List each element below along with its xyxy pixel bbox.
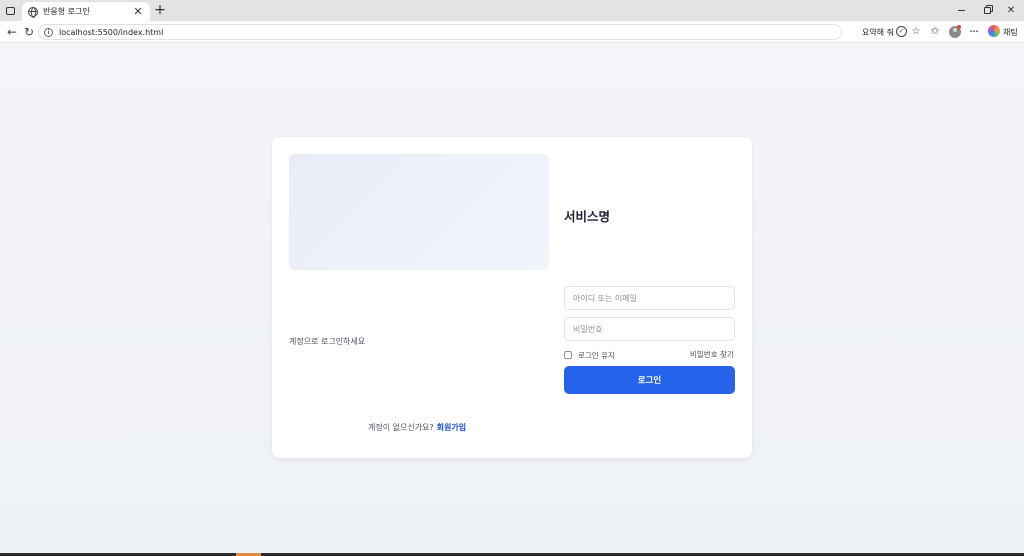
browser-titlebar: 반응형 로그인 ✕ + ✕ (0, 0, 1024, 21)
browser-tab-active[interactable]: 반응형 로그인 ✕ (22, 2, 150, 21)
window-menu-icon[interactable] (4, 4, 17, 17)
signup-link[interactable]: 회원가입 (437, 423, 466, 432)
window-close-button[interactable]: ✕ (996, 0, 1024, 21)
globe-icon (28, 6, 38, 18)
login-card: 서비스명 계정으로 로그인하세요 로그인 유지 비밀번호 찾기 로그인 계정이 … (272, 137, 752, 458)
copilot-icon[interactable] (988, 25, 1000, 37)
site-info-icon[interactable]: i (44, 27, 53, 37)
remember-label[interactable]: 로그인 유지 (578, 350, 615, 361)
id-input[interactable] (564, 286, 735, 310)
back-arrow-icon[interactable]: ← (4, 24, 20, 40)
hero-image-placeholder (289, 154, 549, 270)
find-password-link[interactable]: 비밀번호 찾기 (690, 349, 734, 360)
service-name-heading: 서비스명 (564, 209, 611, 224)
tab-close-button[interactable]: ✕ (132, 6, 144, 17)
notification-dot-icon (957, 25, 961, 29)
address-bar[interactable]: i localhost:5500/index.html (38, 24, 842, 40)
remember-row[interactable]: 로그인 유지 (564, 349, 615, 361)
login-button[interactable]: 로그인 (564, 366, 735, 394)
summary-label[interactable]: 요약해 줘 (862, 22, 894, 42)
tab-title: 반응형 로그인 (43, 7, 90, 16)
password-input[interactable] (564, 317, 735, 341)
address-url: localhost:5500/index.html (59, 27, 164, 37)
new-tab-button[interactable]: + (153, 2, 167, 18)
copilot-label[interactable]: 채팅 (1003, 22, 1018, 42)
refresh-icon[interactable]: ↻ (21, 24, 37, 40)
remember-checkbox[interactable] (564, 351, 572, 359)
signup-prompt: 계정이 없으신가요? (368, 423, 434, 432)
favorite-star-icon[interactable]: ☆ (909, 25, 923, 39)
signup-row: 계정이 없으신가요? 회원가입 (368, 422, 466, 433)
more-menu-icon[interactable]: ··· (967, 25, 981, 39)
login-subtitle: 계정으로 로그인하세요 (289, 337, 366, 346)
favorites-icon[interactable]: ✩ (928, 25, 942, 39)
summary-icon[interactable]: ✓ (896, 26, 907, 37)
